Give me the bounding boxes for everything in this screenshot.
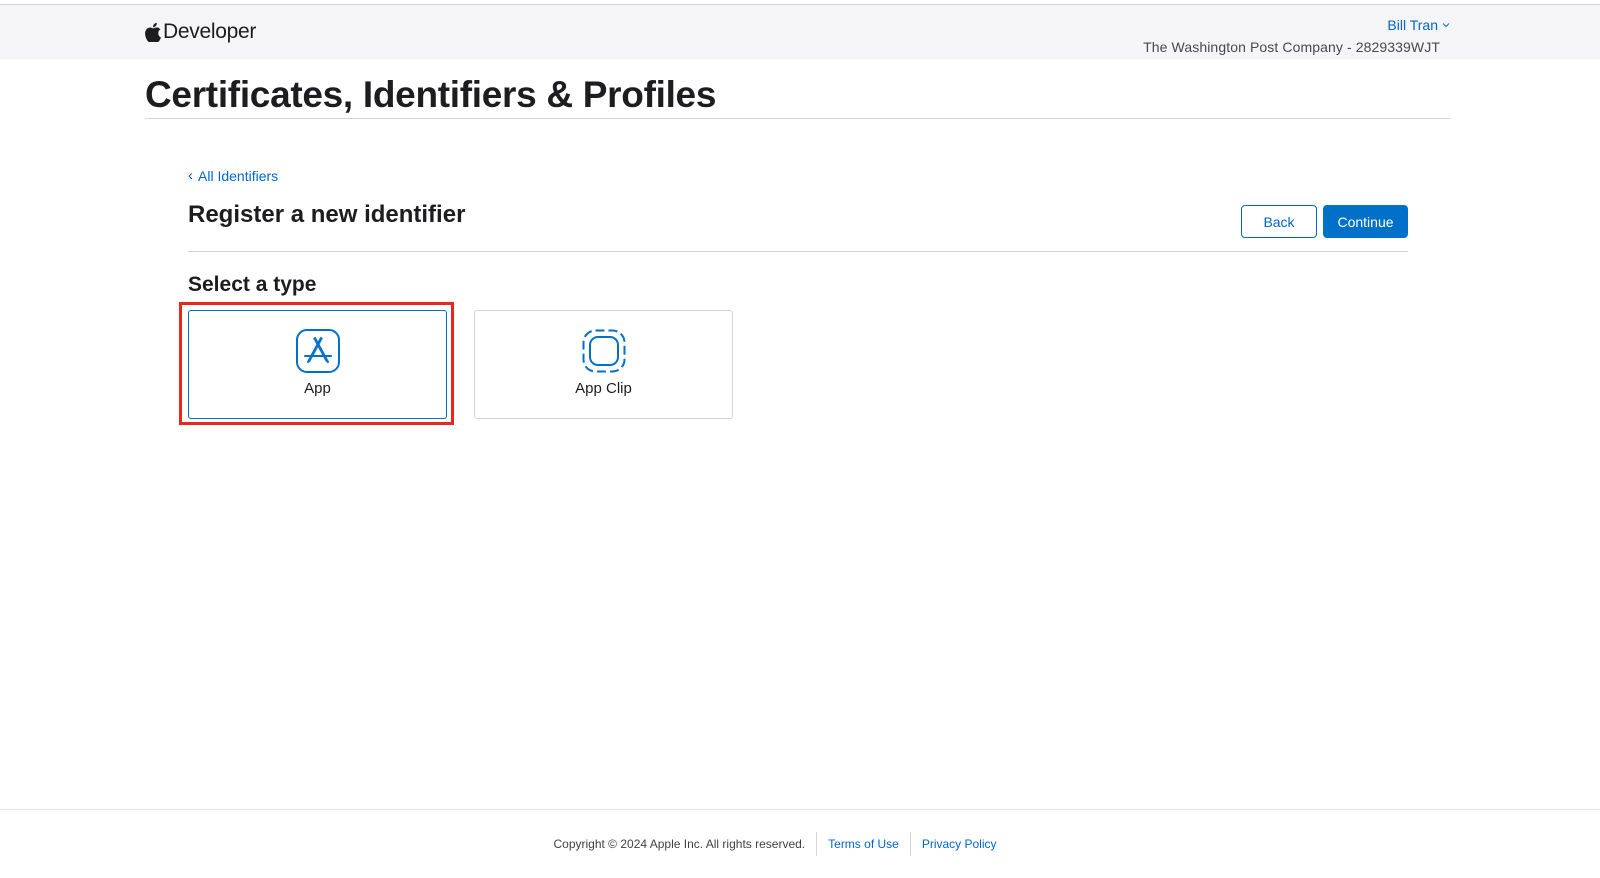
continue-button[interactable]: Continue — [1323, 205, 1408, 238]
footer-divider — [0, 809, 1600, 810]
section-heading: Register a new identifier — [188, 201, 466, 228]
type-option-app[interactable]: App — [188, 310, 447, 419]
all-identifiers-link[interactable]: ‹ All Identifiers — [188, 167, 278, 184]
footer: Copyright © 2024 Apple Inc. All rights r… — [0, 832, 1600, 856]
apple-logo-icon — [145, 22, 161, 42]
footer-separator — [816, 832, 818, 856]
copyright-text: Copyright © 2024 Apple Inc. All rights r… — [553, 837, 806, 851]
back-button[interactable]: Back — [1241, 205, 1317, 238]
app-clip-icon — [582, 329, 625, 373]
page-title: Certificates, Identifiers & Profiles — [145, 74, 717, 115]
footer-separator — [909, 832, 911, 856]
team-name: The Washington Post Company - 2829339WJT — [1143, 39, 1440, 55]
type-label-app: App — [304, 380, 331, 397]
account-name: Bill Tran — [1387, 17, 1438, 33]
chevron-left-icon: ‹ — [188, 167, 193, 184]
footer-links: Terms of Use Privacy Policy — [805, 832, 997, 856]
global-nav: Developer Bill Tran The Washington Post … — [0, 5, 1600, 59]
title-divider — [145, 118, 1451, 119]
select-type-label: Select a type — [188, 273, 317, 296]
app-store-icon — [295, 329, 340, 373]
section-divider — [188, 251, 1408, 252]
account-name-link[interactable]: Bill Tran — [1387, 17, 1450, 33]
type-label-app-clip: App Clip — [575, 380, 632, 397]
chevron-down-icon — [1442, 23, 1450, 28]
terms-of-use-link[interactable]: Terms of Use — [828, 837, 899, 851]
type-option-app-clip[interactable]: App Clip — [474, 310, 733, 419]
brand-text: Developer — [163, 20, 257, 43]
privacy-policy-link[interactable]: Privacy Policy — [922, 837, 997, 851]
developer-home-link[interactable]: Developer — [145, 20, 256, 44]
back-link-label: All Identifiers — [198, 167, 279, 184]
